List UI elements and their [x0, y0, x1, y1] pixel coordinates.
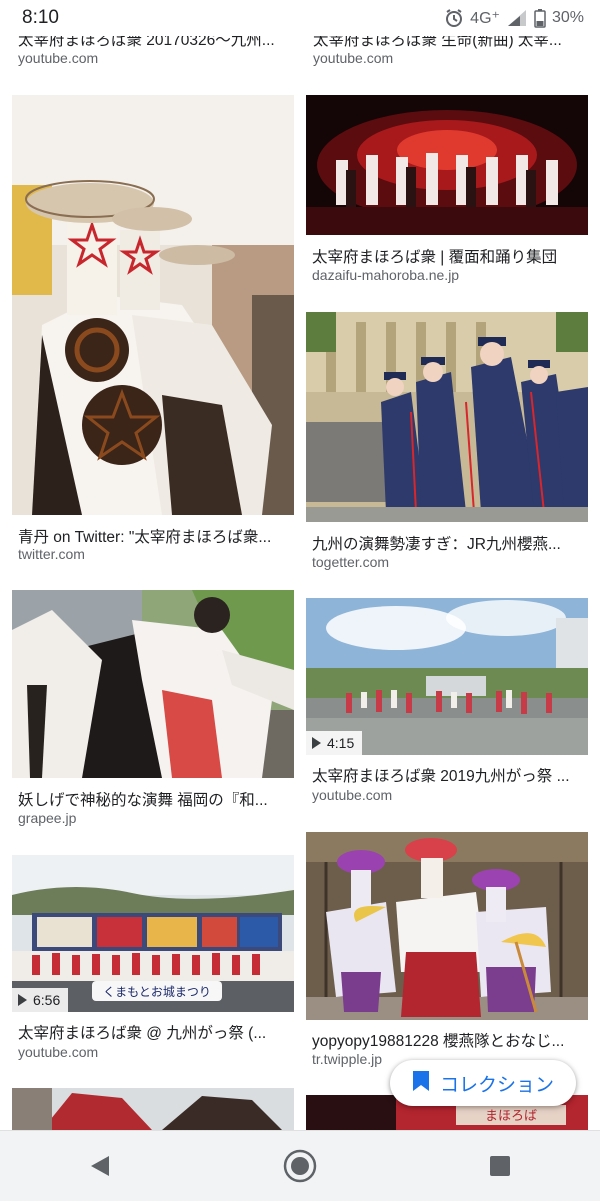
result-source: youtube.com [18, 50, 99, 66]
result-thumbnail[interactable] [12, 95, 294, 515]
result-card[interactable]: 九州の演舞勢凄すぎ：JR九州櫻燕... togetter.com [306, 312, 588, 577]
sign-caption: まほろば [485, 1109, 537, 1124]
result-title: 太宰府まほろば衆 @ 九州がっ祭 (... [18, 1025, 267, 1042]
result-source: tr.twipple.jp [312, 1051, 383, 1067]
recents-button[interactable] [470, 1136, 530, 1196]
result-card[interactable]: 4:15 太宰府まほろば衆 2019九州がっ祭 ... youtube.com [306, 598, 588, 813]
result-source: twitter.com [18, 546, 85, 562]
recents-icon [490, 1156, 510, 1176]
system-nav-bar [0, 1130, 600, 1201]
result-title: 太宰府まほろば衆 2019九州がっ祭 ... [312, 768, 570, 785]
result-card[interactable]: 太宰府まほろば衆 | 覆面和踊り集団 dazaifu-mahoroba.ne.j… [306, 95, 588, 295]
result-source: youtube.com [18, 1044, 99, 1060]
result-thumbnail[interactable] [12, 1088, 294, 1130]
battery-percent: 30% [551, 9, 584, 26]
back-icon [91, 1156, 109, 1176]
home-button[interactable] [270, 1136, 330, 1196]
result-card-partial[interactable] [12, 1088, 294, 1130]
back-button[interactable] [70, 1136, 130, 1196]
duration-text: 4:15 [327, 735, 355, 751]
status-bar: 8:10 4G⁺ 30% [0, 0, 600, 36]
result-source: youtube.com [312, 787, 393, 803]
duration-badge: 4:15 [306, 731, 363, 755]
result-card[interactable]: くまもとお城まつり 6:56 太宰府まほろば衆 @ 九州がっ祭 (... you… [12, 855, 294, 1070]
home-icon [283, 1149, 317, 1183]
result-card-top-right[interactable]: 太宰府まほろば衆 生命(新曲) 太宰... youtube.com [307, 32, 589, 94]
result-card[interactable]: yopyopy19881228 櫻燕隊とおなじ... tr.twipple.jp [306, 832, 588, 1072]
result-source: dazaifu-mahoroba.ne.jp [312, 267, 460, 283]
result-source: togetter.com [312, 554, 390, 570]
result-thumbnail[interactable] [306, 832, 588, 1020]
result-thumbnail[interactable] [306, 312, 588, 522]
alarm-icon [444, 8, 464, 28]
bookmark-icon [412, 1070, 430, 1097]
result-title: 太宰府まほろば衆 | 覆面和踊り集団 [312, 249, 558, 266]
result-card[interactable]: 青丹 on Twitter: "太宰府まほろば衆... twitter.com [12, 95, 294, 565]
result-title: 青丹 on Twitter: "太宰府まほろば衆... [18, 529, 272, 546]
duration-badge: 6:56 [12, 988, 69, 1012]
banner-caption: くまもとお城まつり [103, 985, 211, 999]
result-thumbnail[interactable] [306, 95, 588, 235]
collection-button[interactable]: コレクション [390, 1060, 576, 1106]
result-thumbnail[interactable]: 4:15 [306, 598, 588, 755]
result-source: grapee.jp [18, 810, 77, 826]
result-source: youtube.com [313, 50, 394, 66]
result-title: 妖しげで神秘的な演舞 福岡の『和... [18, 792, 268, 809]
duration-text: 6:56 [33, 992, 61, 1008]
signal-icon [506, 9, 528, 27]
result-title: yopyopy19881228 櫻燕隊とおなじ... [312, 1033, 565, 1050]
status-time: 8:10 [22, 7, 59, 28]
result-card-top-left[interactable]: 太宰府まほろば衆 20170326〜九州... youtube.com [12, 32, 294, 94]
result-card[interactable]: 妖しげで神秘的な演舞 福岡の『和... grapee.jp [12, 590, 294, 835]
status-icons: 4G⁺ 30% [444, 8, 584, 28]
battery-icon [534, 8, 546, 28]
result-thumbnail[interactable]: くまもとお城まつり 6:56 [12, 855, 294, 1012]
play-icon [312, 737, 321, 749]
top-row: 太宰府まほろば衆 20170326〜九州... youtube.com 太宰府ま… [0, 32, 600, 94]
result-thumbnail[interactable] [12, 590, 294, 778]
result-title: 九州の演舞勢凄すぎ：JR九州櫻燕... [312, 536, 561, 553]
network-type: 4G⁺ [470, 10, 500, 27]
play-icon [18, 994, 27, 1006]
collection-label: コレクション [439, 1074, 554, 1096]
